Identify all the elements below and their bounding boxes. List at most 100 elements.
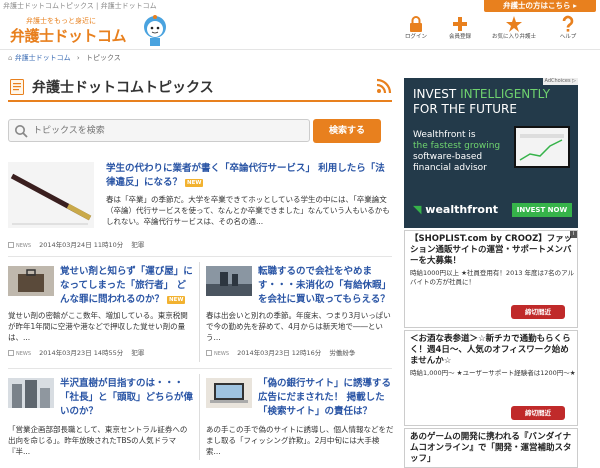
invest-now-button[interactable]: INVEST NOW: [512, 203, 572, 217]
register-button[interactable]: 会員登録: [438, 15, 482, 49]
breadcrumb-home-link[interactable]: 弁護士ドットコム: [15, 54, 71, 62]
deadline-button[interactable]: 締切間近: [511, 406, 565, 420]
wealthfront-logo-icon: ◥: [413, 203, 426, 216]
ad-text-4: financial advisor: [413, 163, 487, 173]
article-meta: NEWS 2014年03月23日 12時16分 労働紛争: [206, 349, 355, 359]
ad-text-1: Wealthfront is: [413, 130, 476, 140]
suitcase-image: [8, 266, 54, 296]
breadcrumb: ⌂ 弁護士ドットコム › トピックス: [8, 53, 121, 63]
article-thumbnail[interactable]: [206, 266, 252, 296]
question-icon: [562, 15, 574, 32]
featured-title[interactable]: 学生の代わりに業者が書く「卒論代行サービス」 利用したら「法律違反」になる？ NE…: [106, 162, 392, 190]
article-summary: あの手この手で偽のサイトに誘導し、個人情報などをだまし取る「フィッシング詐欺」。…: [206, 425, 394, 456]
breadcrumb-separator: ›: [76, 54, 80, 62]
laptop-image: [206, 378, 252, 408]
buildings-image: [8, 378, 54, 408]
site-tagline: 弁護士ドットコムトピックス | 弁護士ドットコム: [3, 2, 157, 10]
lock-icon: [410, 16, 422, 32]
search-button[interactable]: 検索する: [313, 119, 381, 143]
lawyer-login-link[interactable]: 弁護士の方はこちら ▸: [484, 0, 596, 12]
news-icon: [8, 242, 14, 248]
office-image: [206, 266, 252, 296]
logo-name: 弁護士ドットコム: [10, 27, 127, 45]
register-label: 会員登録: [448, 34, 471, 40]
job-listing[interactable]: あのゲームの開発に携われる『バンダイナムコオンライン』で「開発・運営補助スタッフ…: [404, 428, 578, 468]
search-icon: [15, 125, 28, 138]
ad-laptop-screen: [514, 126, 570, 168]
job-title[interactable]: 【SHOPLIST.com by CROOZ】ファッション通販サイトの運営・サポ…: [410, 234, 576, 267]
article-category[interactable]: 犯罪: [131, 349, 144, 357]
page-title: 弁護士ドットコムトピックス: [32, 80, 214, 96]
ad-brand-name: wealthfront: [425, 203, 499, 216]
login-button[interactable]: ログイン: [394, 15, 438, 49]
article-summary: 春は出会いと別れの季節。年度末、つまり3月いっぱいで今の勤め先を辞めて、4月から…: [206, 311, 391, 342]
help-button[interactable]: ヘルプ: [546, 15, 590, 49]
ad-headline-part: INVEST: [413, 87, 461, 101]
mascot-icon: [144, 15, 166, 46]
article-thumbnail[interactable]: [8, 378, 54, 408]
site-header: 弁護士をもっと身近に 弁護士ドットコム ログイン 会員登録 お気に入り弁護士 ヘ…: [0, 12, 600, 50]
chart-image: [519, 134, 564, 161]
page-title-bar: 弁護士ドットコムトピックス: [8, 74, 392, 102]
search-input[interactable]: [33, 123, 303, 139]
ad-headline: INVEST INTELLIGENTLY: [413, 87, 550, 101]
featured-thumbnail[interactable]: [8, 162, 94, 228]
new-badge: NEW: [167, 295, 186, 304]
article-title[interactable]: 覚せい剤と知らず「運び屋」になってしまった「旅行者」 どんな罪に問われるのか？ N…: [60, 265, 194, 307]
deadline-button[interactable]: 締切間近: [511, 305, 565, 319]
article-title-text: 半沢直樹が目指すのは・・・「社長」と「頭取」どちらが偉いのか？: [60, 378, 194, 417]
article-date: 2014年03月23日 12時16分: [237, 349, 322, 357]
article-meta: NEWS 2014年03月23日 14時55分 犯罪: [8, 349, 144, 359]
job-listing[interactable]: i 【SHOPLIST.com by CROOZ】ファッション通販サイトの運営・…: [404, 230, 578, 328]
ad-brand: ◥ wealthfront: [413, 203, 498, 216]
article-thumbnail[interactable]: [8, 266, 54, 296]
plus-icon: [453, 17, 467, 31]
job-description: 時給1,000円〜 ★ユーザーサポート経験者は1200円〜★: [410, 369, 576, 377]
wealthfront-ad[interactable]: AdChoices ▷ INVEST INTELLIGENTLY FOR THE…: [404, 78, 578, 228]
article-thumbnail[interactable]: [206, 378, 252, 408]
featured-date: 2014年03月24日 11時10分: [39, 241, 124, 249]
news-label: NEWS: [214, 351, 230, 357]
job-description: 時給1000円以上 ★社員登用有！2013 年度は7名のアルバイトの方が社員に！: [410, 269, 575, 286]
top-bar: 弁護士ドットコムトピックス | 弁護士ドットコム 弁護士の方はこちら ▸: [0, 0, 600, 12]
new-badge: NEW: [185, 178, 204, 187]
article-title-text: 転職するので会社をやめます・・・未消化の「有給休暇」を会社に買い取ってもらえる？: [258, 266, 392, 305]
featured-meta: NEWS 2014年03月24日 11時10分 犯罪: [8, 241, 144, 251]
breadcrumb-current: トピックス: [85, 54, 121, 62]
favorite-lawyers-button[interactable]: お気に入り弁護士: [492, 15, 536, 49]
news-icon: [8, 350, 14, 356]
favorite-lawyers-label: お気に入り弁護士: [492, 34, 537, 40]
news-label: NEWS: [16, 351, 32, 357]
article-date: 2014年03月23日 14時55分: [39, 349, 124, 357]
star-icon: [506, 16, 522, 32]
article-title-text: 「偽の銀行サイト」に誘導する広告にだまされた！ 掲載した「検索サイト」の責任は？: [258, 378, 392, 417]
login-label: ログイン: [404, 34, 427, 40]
home-icon: ⌂: [8, 54, 13, 62]
job-title[interactable]: ＜お酒な表参道＞☆新チカで通勤もらくらく！週4日〜、人気のオフィスワーク始めませ…: [410, 334, 576, 367]
adchoices-label[interactable]: AdChoices ▷: [542, 78, 578, 85]
article-title[interactable]: 「偽の銀行サイト」に誘導する広告にだまされた！ 掲載した「検索サイト」の責任は？: [258, 377, 394, 419]
search-box: [8, 119, 310, 142]
divider: [8, 368, 392, 369]
column-divider: [199, 262, 200, 362]
ad-text-3: software-based: [413, 152, 483, 162]
article-title[interactable]: 半沢直樹が目指すのは・・・「社長」と「頭取」どちらが偉いのか？: [60, 377, 194, 419]
rss-icon[interactable]: [376, 78, 392, 94]
article-title[interactable]: 転職するので会社をやめます・・・未消化の「有給休暇」を会社に買い取ってもらえる？: [258, 265, 394, 307]
pen-image: [8, 162, 94, 228]
featured-title-text: 学生の代わりに業者が書く「卒論代行サービス」 利用したら「法律違反」になる？: [106, 163, 385, 188]
help-label: ヘルプ: [559, 34, 577, 40]
featured-category[interactable]: 犯罪: [131, 241, 144, 249]
divider: [8, 256, 392, 257]
article-summary: 覚せい剤の密輸がここ数年、増加している。東京税関が昨年1年間に空港や港などで押収…: [8, 311, 188, 342]
ad-text-2: the fastest growing: [413, 141, 501, 151]
site-logo[interactable]: 弁護士をもっと身近に 弁護士ドットコム: [6, 14, 176, 48]
job-listing[interactable]: ＜お酒な表参道＞☆新チカで通勤もらくらく！週4日〜、人気のオフィスワーク始めませ…: [404, 330, 578, 426]
document-icon: [10, 79, 24, 95]
article-summary: 「営業企画部部長職として、東京セントラル証券への出向を命じる」。昨年放映されたT…: [8, 425, 188, 456]
ad-headline-highlight: INTELLIGENTLY: [460, 87, 551, 101]
news-label: NEWS: [16, 243, 32, 249]
article-category[interactable]: 労働紛争: [329, 349, 355, 357]
ad-headline-2: FOR THE FUTURE: [413, 102, 517, 116]
job-title[interactable]: あのゲームの開発に携われる『バンダイナムコオンライン』で「開発・運営補助スタッフ…: [410, 432, 576, 465]
